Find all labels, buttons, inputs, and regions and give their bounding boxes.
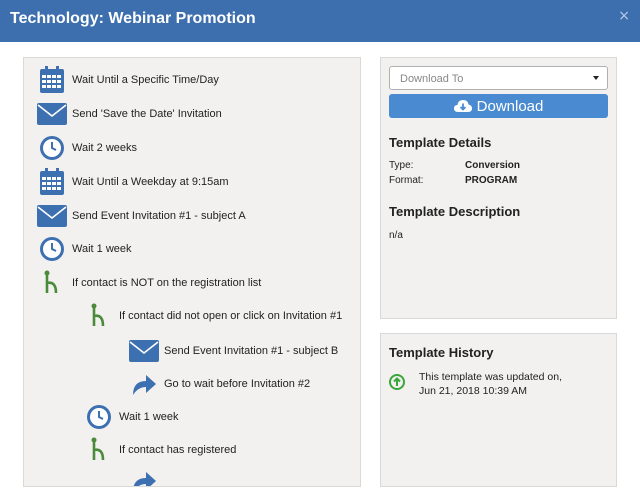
download-button-label: Download xyxy=(476,97,544,115)
step-label: Go to wait before Invitation #2 xyxy=(164,378,311,390)
workflow-step: Go to wait before Invitation #2 xyxy=(128,369,310,399)
step-label: Wait 2 weeks xyxy=(72,142,138,154)
chevron-down-icon xyxy=(593,76,599,80)
type-value: Conversion xyxy=(465,160,521,171)
arrow-up-circle-icon xyxy=(389,374,405,395)
step-label: Send Event Invitation #1 - subject A xyxy=(72,210,246,222)
envelope-icon xyxy=(36,99,68,129)
workflow-step: Wait Until a Specific Time/Day xyxy=(36,65,219,95)
workflow-panel: Wait Until a Specific Time/Day Send 'Sav… xyxy=(23,57,361,487)
workflow-step: If contact has registered xyxy=(83,435,236,465)
download-to-select[interactable]: Download To xyxy=(389,66,608,90)
template-history-title: Template History xyxy=(389,345,494,360)
workflow-step: If contact did not open or click on Invi… xyxy=(83,301,342,331)
workflow-step xyxy=(128,466,164,486)
workflow-step: Wait 1 week xyxy=(83,402,179,432)
branch-icon xyxy=(83,301,115,331)
step-label: If contact has registered xyxy=(119,444,237,456)
step-label: Wait Until a Weekday at 9:15am xyxy=(72,176,229,188)
format-value: PROGRAM xyxy=(465,175,518,186)
history-line: This template was updated on, xyxy=(419,371,563,383)
history-entry: This template was updated on, Jun 21, 20… xyxy=(419,370,609,398)
branch-icon xyxy=(83,435,115,465)
workflow-step: If contact is NOT on the registration li… xyxy=(36,268,261,298)
envelope-icon xyxy=(36,201,68,231)
type-label: Type: xyxy=(389,160,414,171)
cloud-download-icon xyxy=(453,100,472,112)
workflow-step: Send 'Save the Date' Invitation xyxy=(36,99,222,129)
step-label: If contact did not open or click on Invi… xyxy=(119,310,343,322)
history-date: Jun 21, 2018 10:39 AM xyxy=(419,385,527,397)
modal-header: Technology: Webinar Promotion × xyxy=(0,0,640,42)
step-label: Wait 1 week xyxy=(72,243,132,255)
workflow-step: Wait 2 weeks xyxy=(36,133,137,163)
close-icon[interactable]: × xyxy=(618,8,630,24)
branch-icon xyxy=(36,268,68,298)
clock-icon xyxy=(36,234,68,264)
redirect-arrow-icon xyxy=(128,466,160,486)
template-info-panel: Download To Download Template Details Ty… xyxy=(380,57,617,319)
modal-title: Technology: Webinar Promotion xyxy=(10,10,256,27)
workflow-step: Send Event Invitation #1 - subject A xyxy=(36,201,246,231)
format-label: Format: xyxy=(389,175,424,186)
redirect-arrow-icon xyxy=(128,369,160,399)
clock-icon xyxy=(36,133,68,163)
template-history-panel: Template History This template was updat… xyxy=(380,333,617,487)
step-label: If contact is NOT on the registration li… xyxy=(72,277,262,289)
step-label: Send Event Invitation #1 - subject B xyxy=(164,345,339,357)
calendar-icon xyxy=(36,65,68,95)
download-button[interactable]: Download xyxy=(389,94,608,118)
step-label: Wait Until a Specific Time/Day xyxy=(72,74,219,86)
calendar-icon xyxy=(36,167,68,197)
step-label: Send 'Save the Date' Invitation xyxy=(72,108,222,120)
workflow-step: Wait 1 week xyxy=(36,234,132,264)
step-label: Wait 1 week xyxy=(119,411,179,423)
envelope-icon xyxy=(128,336,160,366)
template-description-title: Template Description xyxy=(389,204,521,219)
template-description-text: n/a xyxy=(389,230,403,241)
template-details-title: Template Details xyxy=(389,135,492,150)
clock-icon xyxy=(83,402,115,432)
workflow-step: Wait Until a Weekday at 9:15am xyxy=(36,167,229,197)
workflow-step: Send Event Invitation #1 - subject B xyxy=(128,336,338,366)
select-placeholder: Download To xyxy=(400,73,464,85)
